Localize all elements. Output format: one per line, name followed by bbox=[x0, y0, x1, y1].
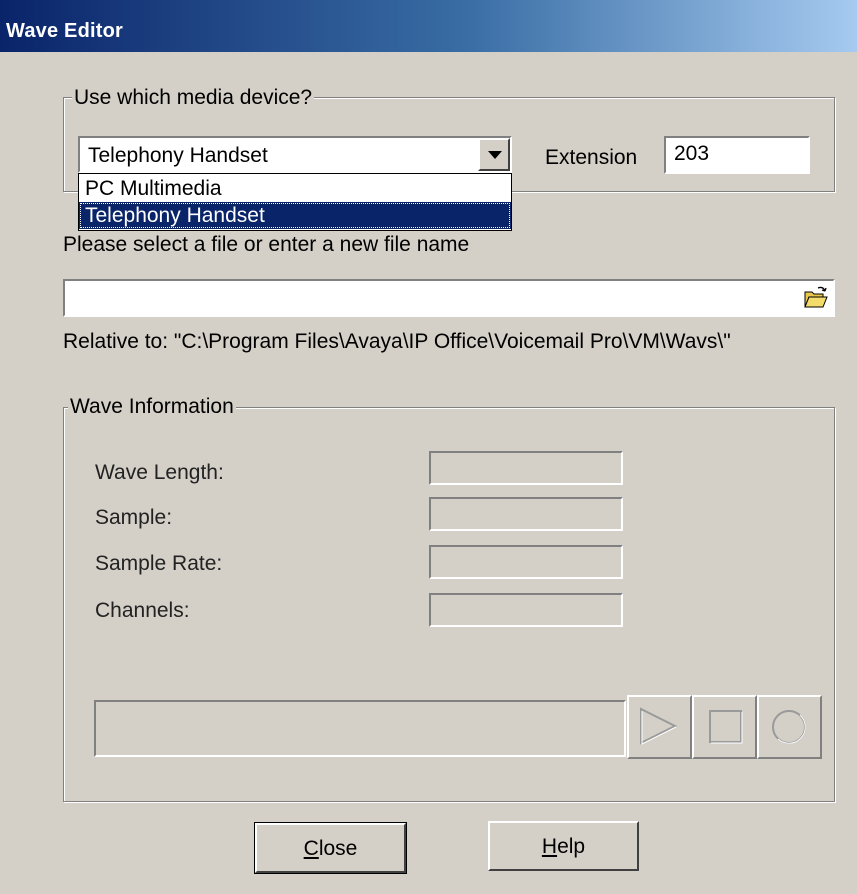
open-folder-icon[interactable] bbox=[803, 285, 829, 311]
media-device-select[interactable]: Telephony Handset bbox=[78, 136, 512, 173]
help-button-label: Help bbox=[541, 835, 586, 858]
wave-length-label: Wave Length: bbox=[95, 461, 224, 484]
title-bar[interactable]: Wave Editor bbox=[0, 0, 857, 52]
close-button-label: Close bbox=[303, 837, 358, 860]
chevron-down-icon bbox=[488, 151, 502, 159]
media-device-dropdown-list: PC Multimedia Telephony Handset bbox=[78, 173, 512, 231]
extension-value: 203 bbox=[674, 142, 710, 165]
wave-information-legend: Wave Information bbox=[68, 395, 236, 419]
option-pc-multimedia[interactable]: PC Multimedia bbox=[79, 175, 511, 202]
playback-progress-bar bbox=[94, 700, 626, 757]
sample-rate-label: Sample Rate: bbox=[95, 552, 223, 575]
sample-label: Sample: bbox=[95, 506, 173, 529]
sample-field bbox=[429, 497, 623, 531]
close-button[interactable]: Close bbox=[254, 822, 407, 874]
file-prompt: Please select a file or enter a new file… bbox=[63, 233, 470, 256]
media-device-selected: Telephony Handset bbox=[88, 144, 268, 167]
window-title: Wave Editor bbox=[6, 20, 124, 42]
channels-field bbox=[429, 593, 623, 627]
media-device-legend: Use which media device? bbox=[72, 86, 315, 110]
sample-rate-field bbox=[429, 545, 623, 579]
option-telephony-handset[interactable]: Telephony Handset bbox=[79, 202, 511, 229]
channels-label: Channels: bbox=[95, 599, 190, 622]
stop-button[interactable] bbox=[692, 695, 757, 759]
extension-input[interactable]: 203 bbox=[664, 136, 810, 174]
help-button[interactable]: Help bbox=[488, 821, 639, 871]
play-icon bbox=[640, 707, 678, 745]
play-button[interactable] bbox=[627, 695, 692, 759]
wave-length-field bbox=[429, 451, 623, 485]
stop-icon bbox=[709, 710, 743, 744]
relative-path-label: Relative to: "C:\Program Files\Avaya\IP … bbox=[63, 330, 731, 353]
record-button[interactable] bbox=[757, 695, 822, 759]
file-name-input[interactable] bbox=[63, 279, 835, 317]
dropdown-button[interactable] bbox=[478, 138, 510, 171]
record-icon bbox=[772, 710, 806, 744]
extension-label: Extension bbox=[545, 146, 638, 169]
